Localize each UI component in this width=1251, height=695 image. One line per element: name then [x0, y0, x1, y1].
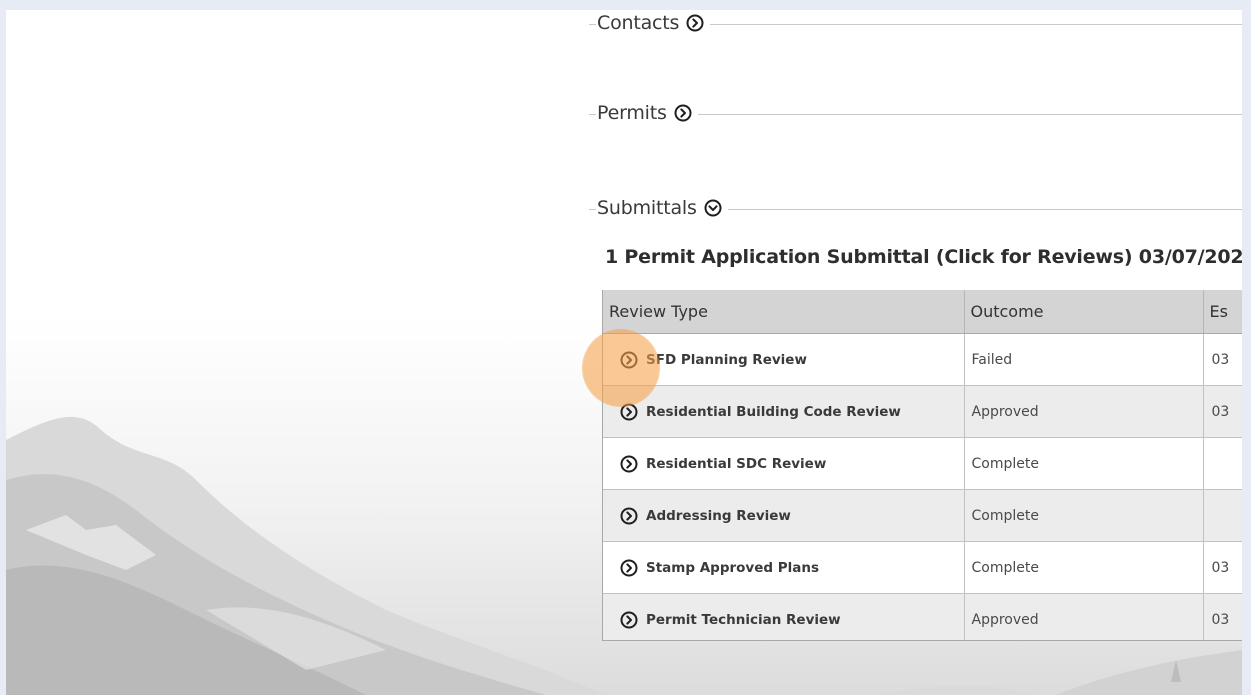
table-row[interactable]: Permit Technician Review Approved 03: [603, 593, 1242, 640]
date-cell: 03: [1203, 541, 1242, 594]
review-type-cell: Residential SDC Review: [603, 437, 965, 490]
submittal-title-link[interactable]: 1 Permit Application Submittal (Click fo…: [605, 246, 1242, 268]
review-type-label: SFD Planning Review: [646, 351, 807, 368]
contacts-label: Contacts: [597, 12, 680, 34]
outcome-cell: Approved: [964, 385, 1204, 438]
date-cell: 03: [1203, 385, 1242, 438]
table-row[interactable]: SFD Planning Review Failed 03: [603, 333, 1242, 386]
review-type-cell: Stamp Approved Plans: [603, 541, 965, 594]
chevron-right-circle-icon[interactable]: [620, 455, 638, 473]
review-type-label: Stamp Approved Plans: [646, 559, 820, 576]
reviews-table: Review Type Outcome Es SFD Planning Revi…: [603, 290, 1242, 640]
table-row[interactable]: Addressing Review Complete: [603, 489, 1242, 542]
chevron-down-circle-icon[interactable]: [704, 199, 722, 217]
permits-section-header[interactable]: Permits: [596, 102, 698, 124]
outcome-cell: Complete: [964, 489, 1204, 542]
chevron-right-circle-icon[interactable]: [620, 403, 638, 421]
page-frame: Contacts Permits Submittals 1 Permit App…: [6, 10, 1242, 695]
outcome-cell: Complete: [964, 437, 1204, 490]
submittals-section-header[interactable]: Submittals: [596, 197, 728, 219]
review-type-cell: Residential Building Code Review: [603, 385, 965, 438]
table-row[interactable]: Residential Building Code Review Approve…: [603, 385, 1242, 438]
review-type-label: Addressing Review: [646, 507, 791, 524]
chevron-right-circle-icon[interactable]: [620, 507, 638, 525]
table-row[interactable]: Stamp Approved Plans Complete 03: [603, 541, 1242, 594]
date-cell: 03: [1203, 593, 1242, 640]
permits-label: Permits: [597, 102, 667, 124]
contacts-section-header[interactable]: Contacts: [596, 12, 711, 34]
review-type-cell: Addressing Review: [603, 489, 965, 542]
date-cell: 03: [1203, 333, 1242, 386]
review-type-cell: Permit Technician Review: [603, 593, 965, 640]
review-type-label: Permit Technician Review: [646, 611, 841, 628]
outcome-cell: Complete: [964, 541, 1204, 594]
column-header-outcome[interactable]: Outcome: [964, 290, 1204, 334]
date-cell: [1203, 437, 1242, 490]
chevron-right-circle-icon[interactable]: [620, 351, 638, 369]
outcome-cell: Failed: [964, 333, 1204, 386]
date-cell: [1203, 489, 1242, 542]
chevron-right-circle-icon[interactable]: [620, 559, 638, 577]
review-type-label: Residential Building Code Review: [646, 403, 901, 420]
table-header-row: Review Type Outcome Es: [603, 290, 1242, 334]
reviews-table-container: Review Type Outcome Es SFD Planning Revi…: [602, 290, 1242, 641]
chevron-right-circle-icon[interactable]: [620, 611, 638, 629]
review-type-cell: SFD Planning Review: [603, 333, 965, 386]
column-header-review-type[interactable]: Review Type: [603, 290, 965, 334]
submittals-label: Submittals: [597, 197, 697, 219]
review-type-label: Residential SDC Review: [646, 455, 827, 472]
table-row[interactable]: Residential SDC Review Complete: [603, 437, 1242, 490]
chevron-right-circle-icon[interactable]: [686, 14, 704, 32]
column-header-date[interactable]: Es: [1203, 290, 1242, 334]
outcome-cell: Approved: [964, 593, 1204, 640]
chevron-right-circle-icon[interactable]: [674, 104, 692, 122]
